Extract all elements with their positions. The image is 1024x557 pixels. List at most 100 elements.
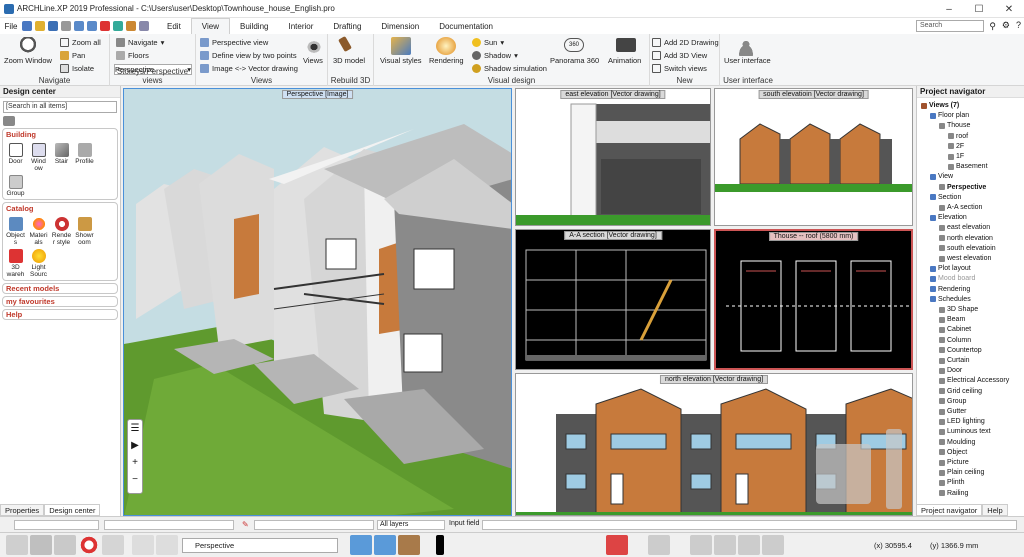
- tab-view[interactable]: View: [190, 18, 230, 34]
- info-icon[interactable]: [762, 535, 784, 555]
- tree-item[interactable]: Column: [939, 337, 971, 344]
- panorama-icon[interactable]: 360: [564, 38, 584, 52]
- 3d-warehouse-tile[interactable]: 3D wareh: [5, 248, 26, 278]
- open-icon[interactable]: [35, 21, 45, 31]
- select-filter-icon[interactable]: [156, 535, 178, 555]
- shadow-button[interactable]: Shadow ▾: [472, 51, 518, 60]
- tree-item[interactable]: west elevation: [939, 255, 991, 262]
- showroom-tile[interactable]: Showr oom: [74, 216, 95, 246]
- stair-tile[interactable]: Stair: [51, 142, 72, 172]
- catalog-header[interactable]: Catalog: [3, 203, 117, 214]
- redo-icon[interactable]: [87, 21, 97, 31]
- rendering-icon[interactable]: [436, 37, 456, 55]
- zoom-slider[interactable]: [886, 429, 902, 509]
- tab-drafting[interactable]: Drafting: [323, 18, 371, 34]
- render-style-tile[interactable]: Rende r style: [51, 216, 72, 246]
- panorama-button[interactable]: Panorama 360: [550, 56, 599, 65]
- view-select[interactable]: Perspective: [182, 538, 338, 553]
- cut-icon[interactable]: [126, 21, 136, 31]
- tree-item[interactable]: Door: [939, 367, 962, 374]
- shadow-simulation-button[interactable]: Shadow simulation: [472, 64, 547, 73]
- select-icon[interactable]: [113, 21, 123, 31]
- tree-item[interactable]: Elevation: [930, 214, 967, 221]
- command-field-2[interactable]: [104, 520, 234, 530]
- tree-item[interactable]: east elevation: [939, 224, 990, 231]
- tree-item[interactable]: Picture: [939, 459, 969, 466]
- tree-item[interactable]: Gutter: [939, 408, 966, 415]
- visual-styles-icon[interactable]: [391, 37, 411, 55]
- tree-item[interactable]: Plain ceiling: [939, 469, 984, 476]
- view-cube-control[interactable]: [816, 444, 871, 504]
- copy-icon[interactable]: [139, 21, 149, 31]
- help-icon[interactable]: ?: [1016, 20, 1021, 30]
- north-elevation-viewport[interactable]: north elevation [Vector drawing]: [515, 373, 913, 516]
- input-field[interactable]: [482, 520, 1017, 530]
- tree-item[interactable]: Plinth: [939, 479, 965, 486]
- tab-edit[interactable]: Edit: [157, 18, 191, 34]
- 3d-model-button[interactable]: 3D model: [333, 56, 365, 65]
- print-icon[interactable]: [61, 21, 71, 31]
- zoom-window-button[interactable]: Zoom Window: [4, 56, 52, 65]
- zoom-in-icon[interactable]: +: [128, 454, 142, 471]
- command-field-3[interactable]: [254, 520, 374, 530]
- profile-tile[interactable]: Profile: [74, 142, 95, 172]
- undo-icon[interactable]: [74, 21, 84, 31]
- delete-icon[interactable]: [100, 21, 110, 31]
- building-header[interactable]: Building: [3, 129, 117, 140]
- tree-item[interactable]: Schedules: [930, 296, 971, 303]
- light-source-tile[interactable]: Light Sourc: [28, 248, 49, 278]
- tree-item[interactable]: south elevatioin: [939, 245, 996, 252]
- isolate-button[interactable]: Isolate: [60, 64, 94, 73]
- floors-dropdown[interactable]: Floors: [116, 51, 149, 60]
- grid-icon[interactable]: [30, 535, 52, 555]
- pencil-icon[interactable]: ✎: [242, 520, 249, 529]
- tree-item[interactable]: Plot layout: [930, 265, 971, 272]
- roof-plan-viewport[interactable]: Thouse -- roof (5800 mm): [714, 229, 913, 370]
- tab-project-navigator[interactable]: Project navigator: [916, 504, 983, 516]
- tree-item[interactable]: Grid ceiling: [939, 388, 982, 395]
- tab-dimension[interactable]: Dimension: [371, 18, 429, 34]
- help-header[interactable]: Help: [2, 309, 118, 320]
- tree-item[interactable]: Group: [939, 398, 966, 405]
- tree-item[interactable]: Views (7): [921, 102, 959, 109]
- tab-interior[interactable]: Interior: [278, 18, 323, 34]
- tab-help[interactable]: Help: [982, 504, 1008, 516]
- new-icon[interactable]: [22, 21, 32, 31]
- tree-item[interactable]: north elevation: [939, 235, 993, 242]
- tree-item[interactable]: Countertop: [939, 347, 982, 354]
- add-2d-button[interactable]: Add 2D Drawing: [652, 38, 719, 47]
- home-icon[interactable]: [3, 116, 15, 126]
- zoom-window-icon[interactable]: [20, 37, 40, 55]
- user-interface-button[interactable]: User interface: [724, 56, 771, 65]
- maximize-icon[interactable]: ☐: [964, 0, 994, 18]
- rendering-button[interactable]: Rendering: [429, 56, 464, 65]
- south-elevation-viewport[interactable]: south elevatioin [Vector drawing]: [714, 88, 913, 226]
- section-viewport[interactable]: A-A section [Vector drawing]: [515, 229, 711, 370]
- recent-models-header[interactable]: Recent models: [2, 283, 118, 294]
- tree-item[interactable]: Floor plan: [930, 112, 969, 119]
- tab-design-center[interactable]: Design center: [44, 504, 101, 516]
- tree-item[interactable]: Moulding: [939, 439, 975, 446]
- osnap-icon[interactable]: [6, 535, 28, 555]
- tree-item[interactable]: Perspective: [939, 184, 986, 191]
- file-menu[interactable]: File: [0, 18, 22, 34]
- pointer-icon[interactable]: [132, 535, 154, 555]
- tree-item[interactable]: Beam: [939, 316, 965, 323]
- tree-item[interactable]: 3D Shape: [939, 306, 978, 313]
- tree-item[interactable]: Rendering: [930, 286, 970, 293]
- perspective-view-button[interactable]: Perspective view: [200, 38, 268, 47]
- user-interface-icon[interactable]: [738, 38, 758, 56]
- menu-icon[interactable]: ☰: [128, 420, 142, 437]
- magnet-icon[interactable]: [78, 535, 100, 555]
- views-eye-icon[interactable]: [304, 38, 324, 56]
- tree-item[interactable]: 1F: [948, 153, 964, 160]
- save-icon[interactable]: [48, 21, 58, 31]
- tree-item[interactable]: View: [930, 173, 953, 180]
- color-swatch[interactable]: [436, 535, 444, 555]
- tab-documentation[interactable]: Documentation: [429, 18, 503, 34]
- tree-item[interactable]: Basement: [948, 163, 988, 170]
- tree-item[interactable]: Curtain: [939, 357, 970, 364]
- tree-item[interactable]: A-A section: [939, 204, 982, 211]
- define-view-button[interactable]: Define view by two points: [200, 51, 297, 60]
- zoom-all-button[interactable]: Zoom all: [60, 38, 101, 47]
